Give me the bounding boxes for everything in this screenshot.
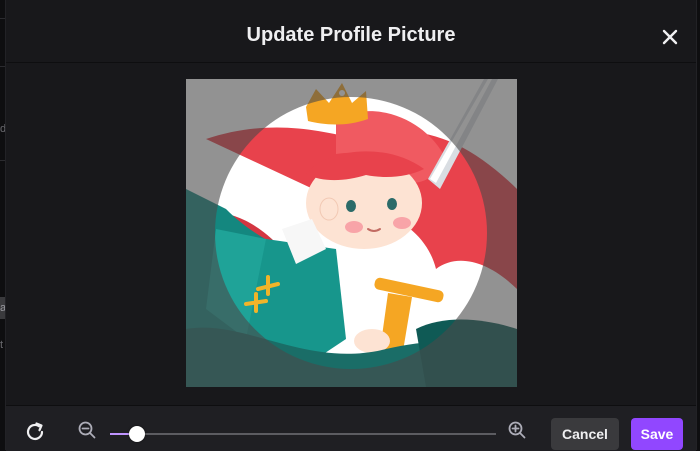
crop-toolbar: Cancel Save [6,405,696,451]
zoom-slider[interactable] [110,426,496,442]
zoom-in-icon [508,421,526,439]
crop-overlay [186,79,517,387]
zoom-in-button[interactable] [503,416,531,444]
zoom-slider-thumb[interactable] [129,426,146,442]
save-button[interactable]: Save [631,418,683,450]
zoom-out-button[interactable] [73,416,101,444]
zoom-slider-track [110,433,496,435]
profile-avatar-image [186,79,517,387]
background-text: t [0,339,4,351]
image-crop-area[interactable] [186,79,517,387]
rotate-button[interactable] [21,418,49,446]
update-profile-picture-modal: Update Profile Picture Cancel Save [5,0,697,451]
cancel-button[interactable]: Cancel [551,418,619,450]
zoom-out-icon [78,421,96,439]
modal-header: Update Profile Picture [6,10,696,63]
close-button[interactable] [658,25,682,49]
close-icon [662,29,678,45]
modal-title: Update Profile Picture [246,24,456,46]
rotate-icon [26,422,44,441]
